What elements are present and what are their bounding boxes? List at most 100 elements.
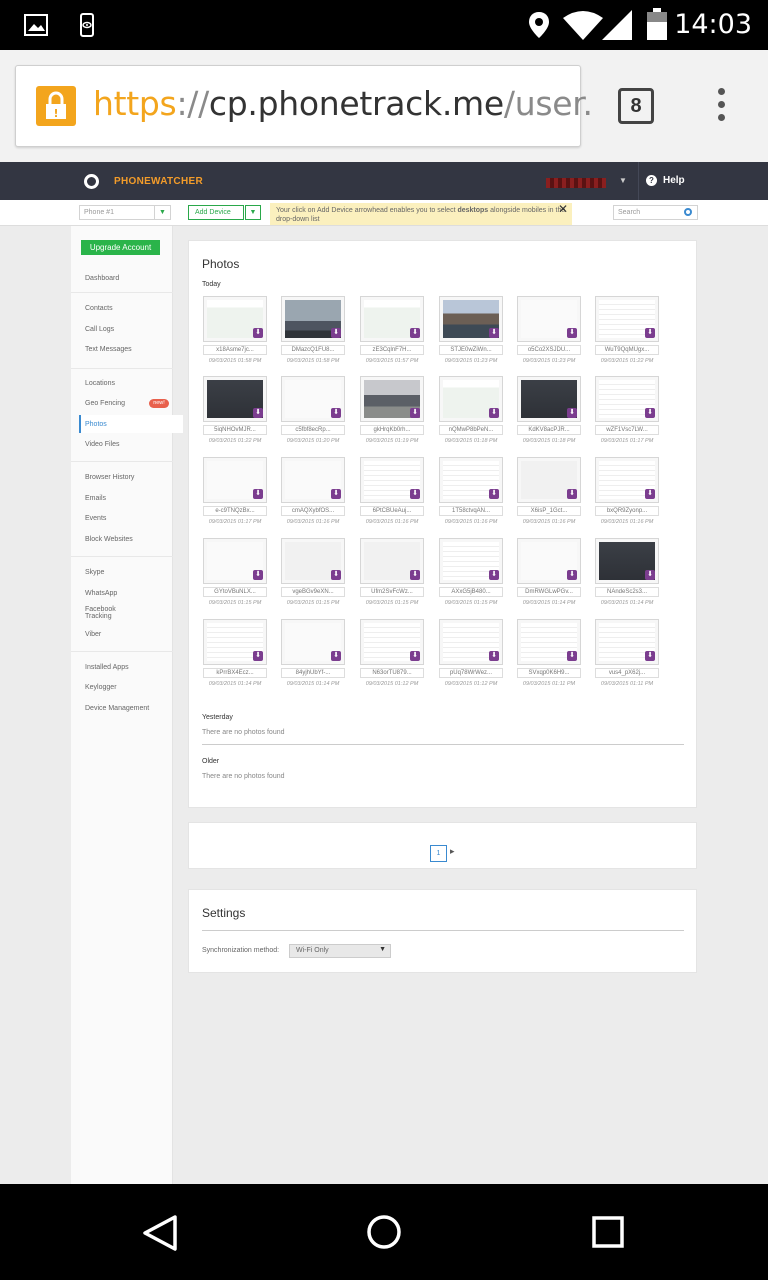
overflow-menu-icon[interactable] [718,88,726,124]
search-input[interactable]: Search [613,205,698,220]
brand-name[interactable]: PHONEWATCHER [114,176,203,187]
download-icon[interactable]: ⬇ [410,651,420,661]
photo-thumbnail[interactable]: ⬇ [281,619,345,665]
photo-thumbnail[interactable]: ⬇ [360,296,424,342]
next-page-icon[interactable]: ▸ [450,846,455,857]
add-device-dropdown-icon[interactable]: ▼ [245,205,261,220]
sidebar-item-photos[interactable]: Photos [85,421,107,428]
download-icon[interactable]: ⬇ [489,489,499,499]
download-icon[interactable]: ⬇ [331,489,341,499]
download-icon[interactable]: ⬇ [331,651,341,661]
photo-thumbnail[interactable]: ⬇ [203,376,267,422]
sidebar-item-skype[interactable]: Skype [85,569,104,576]
phone-select[interactable]: Phone #1 ▼ [79,205,171,220]
help-link[interactable]: ? Help [646,175,685,186]
download-icon[interactable]: ⬇ [489,408,499,418]
download-icon[interactable]: ⬇ [410,328,420,338]
sidebar-item-keylogger[interactable]: Keylogger [85,684,117,691]
photo-thumbnail[interactable]: ⬇ [203,457,267,503]
download-icon[interactable]: ⬇ [410,408,420,418]
download-icon[interactable]: ⬇ [567,408,577,418]
sidebar-item-installed-apps[interactable]: Installed Apps [85,664,129,671]
photo-thumbnail[interactable]: ⬇ [360,619,424,665]
sidebar-item-whatsapp[interactable]: WhatsApp [85,590,117,597]
sidebar-item-call-logs[interactable]: Call Logs [85,326,114,333]
sidebar-item-geo-fencing[interactable]: Geo Fencing [85,400,125,407]
sidebar-item-device-management[interactable]: Device Management [85,705,149,712]
download-icon[interactable]: ⬇ [645,408,655,418]
url-text[interactable]: https://cp.phonetrack.me/user. [93,84,593,123]
download-icon[interactable]: ⬇ [567,570,577,580]
photo-thumbnail[interactable]: ⬇ [517,457,581,503]
photo-thumbnail[interactable]: ⬇ [360,457,424,503]
search-icon[interactable] [684,208,692,216]
photo-thumbnail[interactable]: ⬇ [360,376,424,422]
download-icon[interactable]: ⬇ [253,328,263,338]
download-icon[interactable]: ⬇ [410,489,420,499]
photo-thumbnail[interactable]: ⬇ [439,538,503,584]
photo-thumbnail[interactable]: ⬇ [360,538,424,584]
photo-thumbnail[interactable]: ⬇ [595,296,659,342]
photo-thumbnail[interactable]: ⬇ [595,457,659,503]
photo-thumbnail[interactable]: ⬇ [517,538,581,584]
photo-thumbnail[interactable]: ⬇ [281,296,345,342]
download-icon[interactable]: ⬇ [567,489,577,499]
download-icon[interactable]: ⬇ [253,408,263,418]
sidebar-item-text-messages[interactable]: Text Messages [85,346,132,353]
photo-thumbnail[interactable]: ⬇ [439,619,503,665]
download-icon[interactable]: ⬇ [489,328,499,338]
sidebar-item-dashboard[interactable]: Dashboard [85,275,119,282]
photo-thumbnail[interactable]: ⬇ [517,376,581,422]
sidebar-item-events[interactable]: Events [85,515,106,522]
download-icon[interactable]: ⬇ [645,570,655,580]
sidebar-item-facebook-tracking[interactable]: Facebook Tracking [85,606,116,620]
url-bar[interactable]: ! https://cp.phonetrack.me/user. [15,65,593,147]
download-icon[interactable]: ⬇ [331,408,341,418]
download-icon[interactable]: ⬇ [645,489,655,499]
download-icon[interactable]: ⬇ [253,570,263,580]
recents-icon[interactable] [592,1216,624,1248]
sidebar-item-browser-history[interactable]: Browser History [85,474,134,481]
photo-thumbnail[interactable]: ⬇ [595,619,659,665]
home-icon[interactable] [366,1214,402,1250]
sync-method-select[interactable]: Wi-Fi Only ▼ [289,944,391,958]
photo-thumbnail[interactable]: ⬇ [281,457,345,503]
sidebar-item-emails[interactable]: Emails [85,495,106,502]
sidebar-item-contacts[interactable]: Contacts [85,305,113,312]
download-icon[interactable]: ⬇ [489,570,499,580]
photo-thumbnail[interactable]: ⬇ [595,376,659,422]
photo-thumbnail[interactable]: ⬇ [439,376,503,422]
page-1-button[interactable]: 1 [430,845,447,862]
download-icon[interactable]: ⬇ [253,651,263,661]
sidebar-item-video-files[interactable]: Video Files [85,441,120,448]
download-icon[interactable]: ⬇ [645,328,655,338]
back-icon[interactable] [142,1214,178,1252]
chevron-down-icon[interactable]: ▼ [154,206,170,219]
add-device-button[interactable]: Add Device [188,205,244,220]
lock-warning-icon[interactable]: ! [36,86,76,126]
download-icon[interactable]: ⬇ [253,489,263,499]
user-menu-caret-icon[interactable]: ▼ [619,176,627,185]
photo-thumbnail[interactable]: ⬇ [595,538,659,584]
upgrade-account-button[interactable]: Upgrade Account [81,240,160,255]
photo-thumbnail[interactable]: ⬇ [439,457,503,503]
sidebar-item-viber[interactable]: Viber [85,631,101,638]
sidebar-item-locations[interactable]: Locations [85,380,115,387]
close-icon[interactable]: ✕ [558,203,568,215]
sidebar-item-block-websites[interactable]: Block Websites [85,536,133,543]
download-icon[interactable]: ⬇ [331,328,341,338]
photo-thumbnail[interactable]: ⬇ [281,538,345,584]
photo-thumbnail[interactable]: ⬇ [517,619,581,665]
download-icon[interactable]: ⬇ [645,651,655,661]
photo-thumbnail[interactable]: ⬇ [281,376,345,422]
photo-thumbnail[interactable]: ⬇ [203,619,267,665]
photo-thumbnail[interactable]: ⬇ [203,538,267,584]
photo-thumbnail[interactable]: ⬇ [203,296,267,342]
username-redacted[interactable] [546,178,606,188]
photo-thumbnail[interactable]: ⬇ [439,296,503,342]
photo-thumbnail[interactable]: ⬇ [517,296,581,342]
download-icon[interactable]: ⬇ [331,570,341,580]
tab-switcher-button[interactable]: 8 [618,88,654,124]
download-icon[interactable]: ⬇ [567,651,577,661]
download-icon[interactable]: ⬇ [410,570,420,580]
